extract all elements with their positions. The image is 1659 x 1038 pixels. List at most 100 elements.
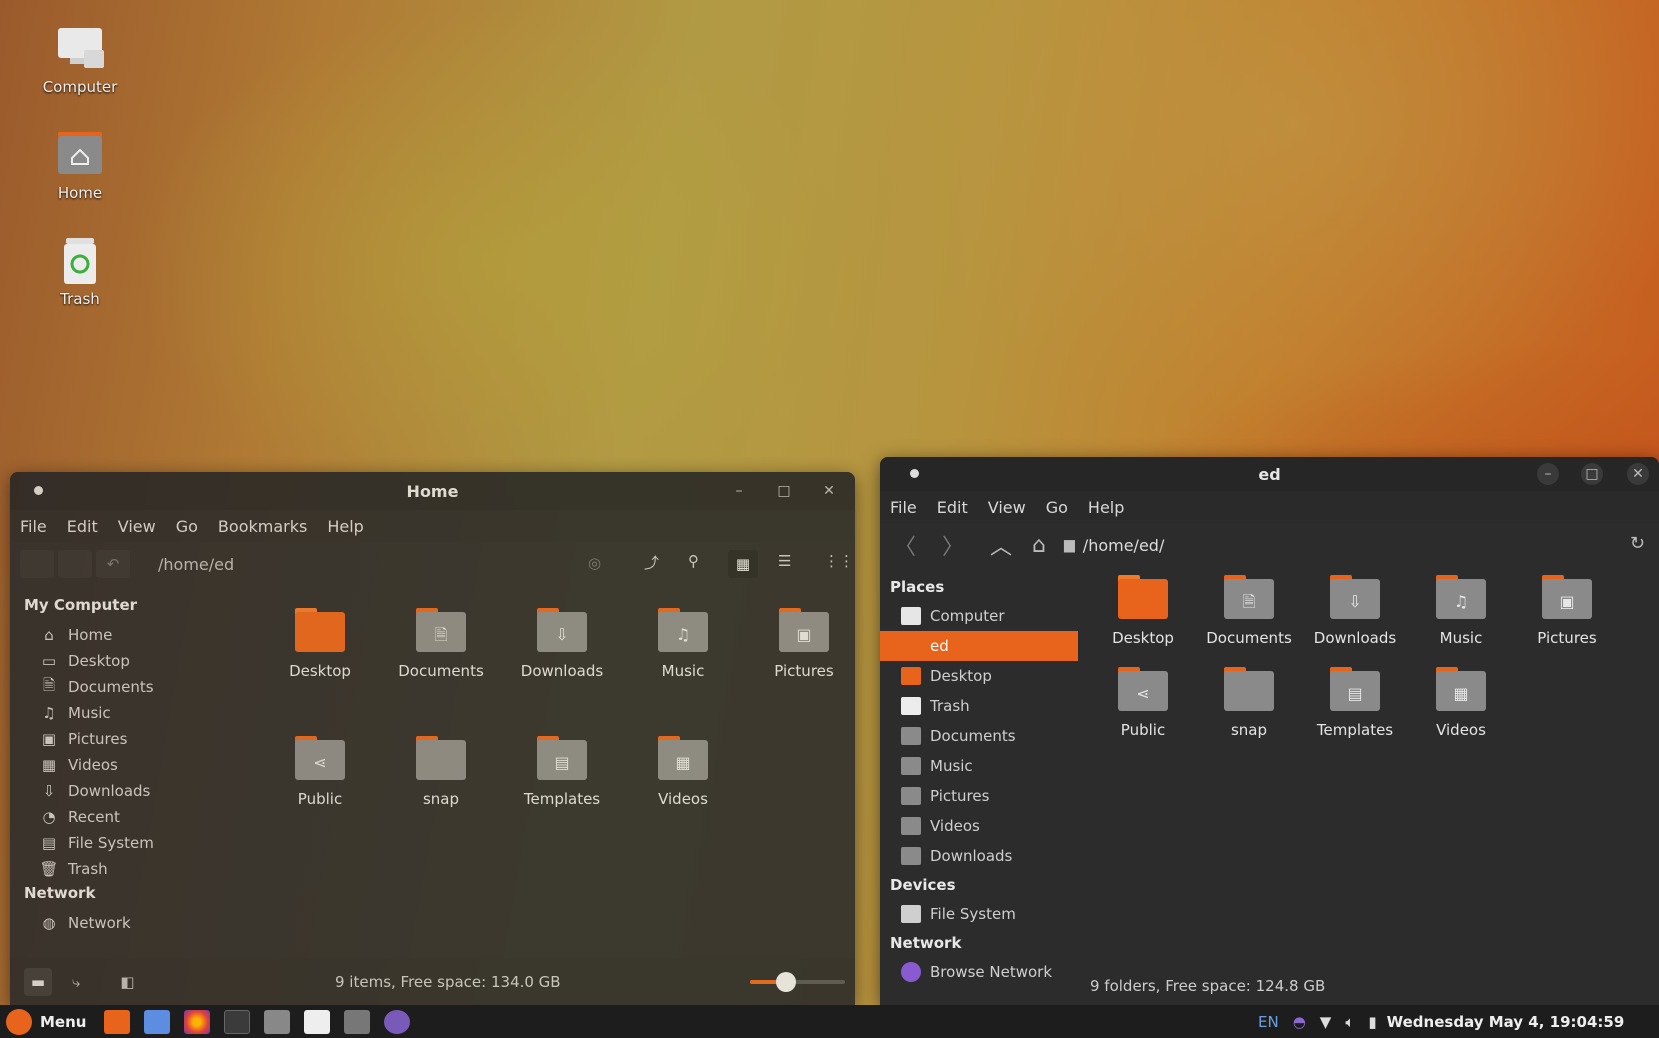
file-item-videos[interactable]: ▦ Videos — [628, 734, 738, 808]
sidebar-item-recent[interactable]: ◔ Recent — [24, 804, 240, 830]
sidebar-item-pictures[interactable]: Pictures — [880, 781, 1078, 811]
sidebar-item-music[interactable]: Music — [880, 751, 1078, 781]
forward-icon[interactable]: 〉 — [942, 529, 964, 561]
home-icon[interactable]: ⌂ — [1032, 533, 1046, 558]
vpn-tray-icon[interactable]: ◓ — [1293, 1013, 1306, 1031]
menu-file[interactable]: File — [20, 517, 47, 536]
sidebar-item-trash[interactable]: Trash — [880, 691, 1078, 721]
sidebar-hide-icon[interactable]: ◧ — [120, 973, 134, 991]
sidebar-item-computer[interactable]: Computer — [880, 601, 1078, 631]
menu-go[interactable]: Go — [1046, 498, 1068, 517]
volume-icon[interactable]: 🔈︎ — [1345, 1013, 1354, 1031]
forward-button[interactable] — [58, 550, 92, 578]
file-item-music[interactable]: ♫ Music — [1406, 573, 1516, 647]
file-item-desktop[interactable]: Desktop — [265, 606, 375, 680]
zoom-slider[interactable] — [750, 972, 845, 992]
file-manager-task2-icon[interactable] — [344, 1009, 371, 1034]
minimize-button[interactable]: – — [1537, 463, 1559, 485]
desktop-launcher-icon[interactable] — [144, 1009, 171, 1034]
file-item-desktop[interactable]: Desktop — [1088, 573, 1198, 647]
toggle-path-icon[interactable]: ⤴ — [644, 552, 659, 573]
sidebar-item-music[interactable]: ♫ Music — [24, 700, 240, 726]
file-item-music[interactable]: ♫ Music — [628, 606, 738, 680]
file-item-templates[interactable]: ▤ Templates — [1300, 665, 1410, 739]
sidebar-item-downloads[interactable]: ⇩ Downloads — [24, 778, 240, 804]
sidebar-item-videos[interactable]: ▦ Videos — [24, 752, 240, 778]
file-item-documents[interactable]: 🗎 Documents — [1194, 573, 1304, 647]
file-item-templates[interactable]: ▤ Templates — [507, 734, 617, 808]
file-item-documents[interactable]: 🗎 Documents — [386, 606, 496, 680]
battery-icon[interactable]: ▮ — [1368, 1013, 1376, 1031]
file-item-snap[interactable]: snap — [386, 734, 496, 808]
close-button[interactable]: ✕ — [1627, 463, 1649, 485]
reload-icon[interactable]: ↻ — [1630, 533, 1645, 554]
menu-go[interactable]: Go — [176, 517, 198, 536]
keyboard-layout-indicator[interactable]: EN — [1258, 1013, 1279, 1031]
sidebar-item-documents[interactable]: 🗎 Documents — [24, 674, 240, 700]
back-button[interactable] — [20, 550, 54, 578]
icon-view-icon[interactable]: ▦ — [728, 550, 758, 578]
location-bar[interactable]: /home/ed/ — [1083, 536, 1165, 555]
terminal-icon[interactable] — [224, 1009, 251, 1034]
svg-text:⇩: ⇩ — [1348, 592, 1361, 611]
file-item-public[interactable]: ⋖ Public — [1088, 665, 1198, 739]
sidebar-item-desktop[interactable]: Desktop — [880, 661, 1078, 691]
back-icon[interactable]: 〈 — [894, 529, 916, 561]
tree-toggle-icon[interactable]: ⤷ — [72, 973, 80, 991]
menu-help[interactable]: Help — [1088, 498, 1124, 517]
sidebar-item-downloads[interactable]: Downloads — [880, 841, 1078, 871]
sidebar-item-browse-network[interactable]: Browse Network — [880, 957, 1078, 987]
file-item-videos[interactable]: ▦ Videos — [1406, 665, 1516, 739]
menu-edit[interactable]: Edit — [67, 517, 98, 536]
search-icon[interactable]: ⚲ — [688, 552, 699, 570]
bookmark-icon[interactable]: ◎ — [588, 554, 601, 572]
sidebar-item-file-system[interactable]: ▤ File System — [24, 830, 240, 856]
desktop-icon-home[interactable]: Home — [30, 128, 130, 202]
close-button[interactable]: ✕ — [818, 480, 840, 502]
sidebar-item-trash[interactable]: 🗑 Trash — [24, 856, 240, 882]
menu-edit[interactable]: Edit — [937, 498, 968, 517]
file-item-public[interactable]: ⋖ Public — [265, 734, 375, 808]
sidebar-item-network[interactable]: ◍ Network — [24, 910, 240, 936]
sidebar-item-documents[interactable]: Documents — [880, 721, 1078, 751]
clock[interactable]: Wednesday May 4, 19:04:59 — [1387, 1013, 1625, 1031]
up-button[interactable]: ↶ — [96, 550, 130, 578]
sidebar-section-my-computer[interactable]: My Computer — [24, 596, 240, 622]
up-icon[interactable]: ︿ — [990, 529, 1012, 561]
vpn-icon[interactable] — [384, 1009, 411, 1034]
sidebar-item-videos[interactable]: Videos — [880, 811, 1078, 841]
sidebar-item-file-system[interactable]: File System — [880, 899, 1078, 929]
compact-view-icon[interactable]: ⋮⋮ — [824, 552, 854, 570]
file-item-pictures[interactable]: ▣ Pictures — [749, 606, 855, 680]
places-toggle-icon[interactable]: ▬ — [24, 967, 52, 996]
file-item-downloads[interactable]: ⇩ Downloads — [507, 606, 617, 680]
maximize-button[interactable]: □ — [773, 480, 795, 502]
sidebar-item-ed[interactable]: ed — [880, 631, 1078, 661]
sidebar-item-desktop[interactable]: ▭ Desktop — [24, 648, 240, 674]
sidebar-item-home[interactable]: ⌂ Home — [24, 622, 240, 648]
file-manager-task-icon[interactable] — [264, 1009, 291, 1034]
menu-help[interactable]: Help — [327, 517, 363, 536]
menu-view[interactable]: View — [118, 517, 156, 536]
software-center-icon[interactable] — [304, 1009, 331, 1034]
menu-bookmarks[interactable]: Bookmarks — [218, 517, 307, 536]
location-bar[interactable]: /home/ed — [146, 555, 234, 574]
sidebar-section-network[interactable]: Network — [24, 884, 240, 910]
desktop-icon-computer[interactable]: Computer — [30, 22, 130, 96]
wifi-icon[interactable]: ▼ — [1320, 1013, 1332, 1031]
menu-button[interactable]: Menu — [6, 1008, 86, 1035]
sidebar-item-pictures[interactable]: ▣ Pictures — [24, 726, 240, 752]
file-item-downloads[interactable]: ⇩ Downloads — [1300, 573, 1410, 647]
file-item-snap[interactable]: snap — [1194, 665, 1304, 739]
maximize-button[interactable]: □ — [1581, 463, 1603, 485]
minimize-button[interactable]: – — [728, 480, 750, 502]
firefox-icon[interactable] — [184, 1009, 211, 1034]
sidebar-item-label: Pictures — [68, 730, 128, 748]
file-item-pictures[interactable]: ▣ Pictures — [1512, 573, 1622, 647]
menu-view[interactable]: View — [988, 498, 1026, 517]
menu-file[interactable]: File — [890, 498, 917, 517]
zoom-slider-handle[interactable] — [776, 972, 796, 992]
files-launcher-icon[interactable] — [104, 1009, 131, 1034]
list-view-icon[interactable]: ☰ — [778, 552, 791, 570]
desktop-icon-trash[interactable]: Trash — [30, 234, 130, 308]
